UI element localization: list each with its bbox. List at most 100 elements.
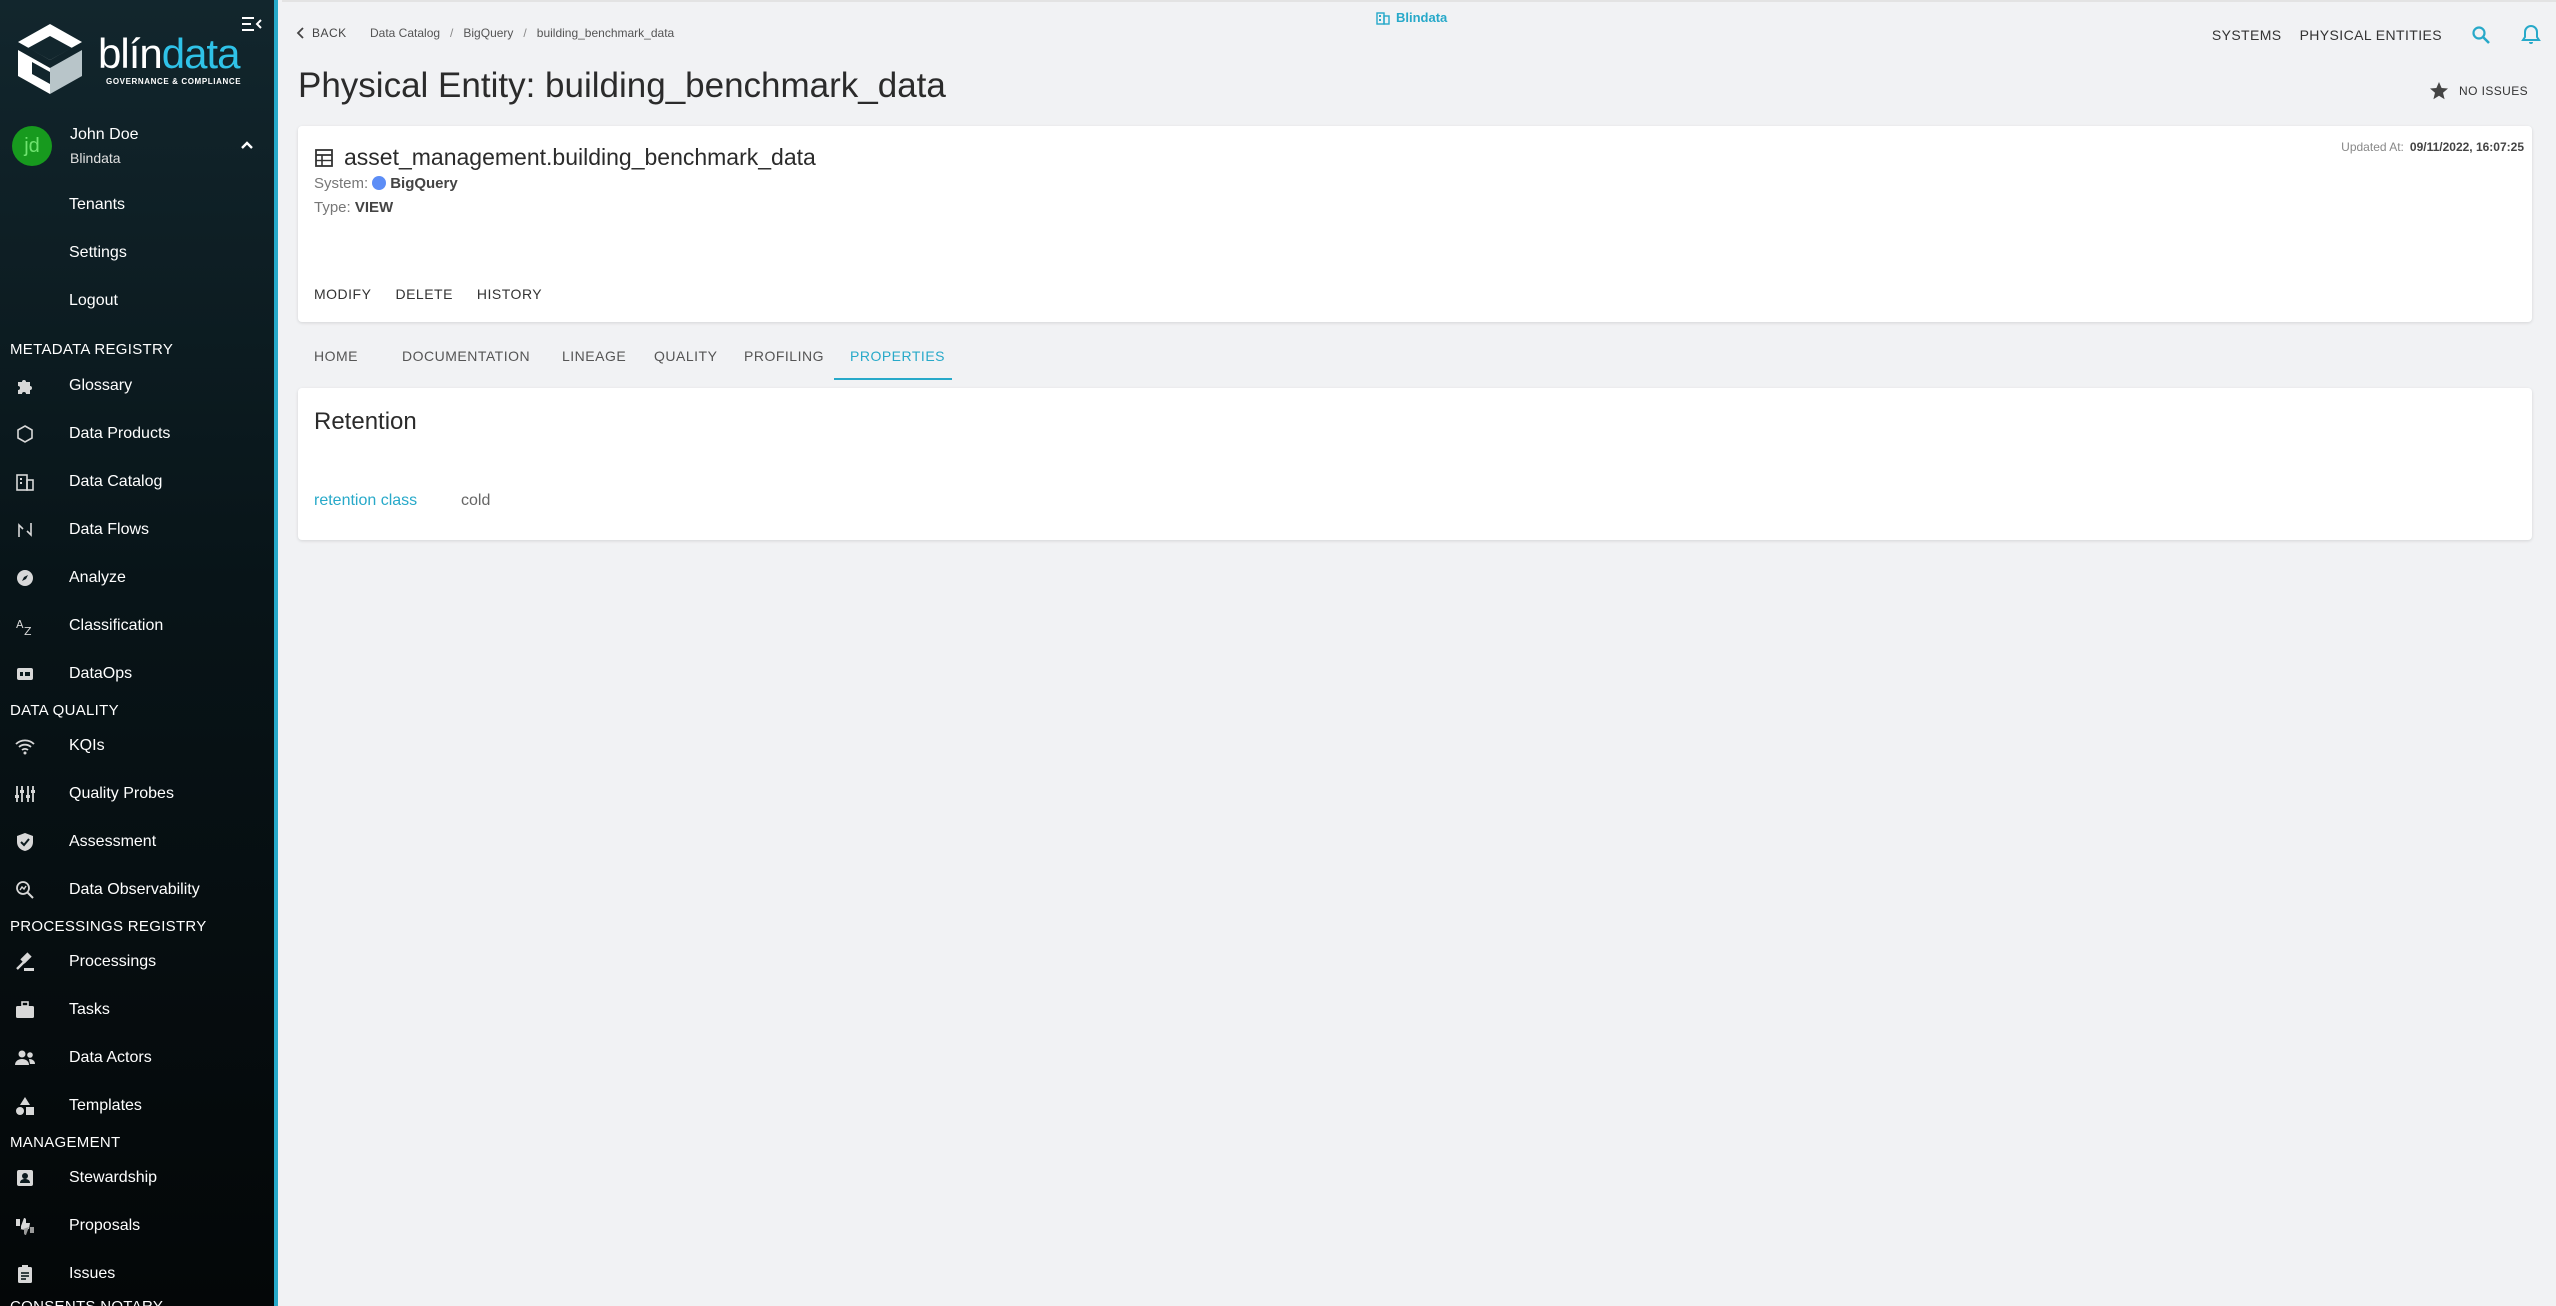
section-title-data-quality: DATA QUALITY — [10, 702, 119, 719]
sidebar-item-label: Proposals — [69, 1217, 141, 1234]
sidebar-item-data-observability[interactable]: Data Observability — [0, 870, 270, 910]
user-menu-settings[interactable]: Settings — [69, 244, 127, 262]
search-icon[interactable] — [2470, 24, 2492, 46]
sidebar-item-tasks[interactable]: Tasks — [0, 990, 270, 1030]
user-menu-tenants[interactable]: Tenants — [69, 196, 125, 214]
tenant-selector[interactable]: Blindata — [1376, 10, 1447, 25]
breadcrumb-separator: / — [523, 26, 527, 40]
sidebar-item-kqis[interactable]: KQIs — [0, 726, 270, 766]
sidebar-item-label: Assessment — [69, 833, 157, 850]
magnify-graph-icon — [14, 879, 36, 901]
chevron-up-icon — [241, 141, 253, 149]
property-key[interactable]: retention class — [314, 492, 417, 510]
breadcrumb-item-data-catalog[interactable]: Data Catalog — [370, 26, 440, 40]
avatar: jd — [12, 126, 52, 166]
sidebar-item-issues[interactable]: Issues — [0, 1254, 270, 1294]
back-label: BACK — [312, 26, 347, 40]
sort-az-icon: AZ — [14, 615, 36, 637]
tab-home[interactable]: HOME — [298, 332, 386, 380]
type-value: VIEW — [354, 199, 394, 216]
properties-card: Retention retention class cold — [298, 388, 2532, 540]
sidebar-item-data-catalog[interactable]: Data Catalog — [0, 462, 270, 502]
sidebar-item-label: Templates — [69, 1097, 142, 1114]
sidebar-item-label: Tasks — [69, 1001, 110, 1018]
sidebar-item-proposals[interactable]: Proposals — [0, 1206, 270, 1246]
logo-mark-icon — [18, 24, 82, 94]
shapes-icon — [14, 1095, 36, 1117]
history-button[interactable]: HISTORY — [477, 286, 542, 302]
sidebar-item-label: Data Flows — [69, 521, 150, 538]
gavel-icon — [14, 951, 36, 973]
user-menu-logout[interactable]: Logout — [69, 292, 118, 310]
sidebar-item-processings[interactable]: Processings — [0, 942, 270, 982]
tab-properties[interactable]: PROPERTIES — [834, 332, 952, 380]
svg-text:A: A — [16, 618, 24, 631]
updated-at: Updated At: 09/11/2022, 16:07:25 — [2341, 140, 2524, 154]
brand-tagline: GOVERNANCE & COMPLIANCE — [106, 77, 242, 86]
sidebar-item-label: Data Actors — [69, 1049, 152, 1066]
sidebar-item-assessment[interactable]: Assessment — [0, 822, 270, 862]
bell-icon[interactable] — [2520, 24, 2542, 46]
tenant-name: Blindata — [1396, 10, 1448, 25]
sidebar-item-data-flows[interactable]: Data Flows — [0, 510, 270, 550]
modify-button[interactable]: MODIFY — [314, 286, 371, 302]
tab-documentation[interactable]: DOCUMENTATION — [386, 332, 546, 380]
brand-name: blíndata — [98, 30, 240, 77]
tab-quality[interactable]: QUALITY — [638, 332, 728, 380]
sidebar-item-quality-probes[interactable]: Quality Probes — [0, 774, 270, 814]
compass-icon — [14, 567, 36, 589]
section-title-consents-notary: CONSENTS NOTARY — [10, 1298, 163, 1306]
sidebar-item-label: DataOps — [69, 665, 133, 682]
type-label: Type: — [314, 199, 351, 216]
page-title: Physical Entity: building_benchmark_data — [298, 66, 946, 105]
svg-text:Z: Z — [24, 625, 32, 637]
user-menu-toggle[interactable]: jd John Doe Blindata — [12, 124, 260, 168]
tab-lineage[interactable]: LINEAGE — [546, 332, 638, 380]
brand-logo[interactable]: blíndata GOVERNANCE & COMPLIANCE — [14, 22, 241, 96]
breadcrumb-item-bigquery[interactable]: BigQuery — [463, 26, 513, 40]
sidebar-item-label: Processings — [69, 953, 157, 970]
bigquery-icon — [372, 176, 387, 190]
system-value[interactable]: BigQuery — [390, 175, 458, 192]
systems-link[interactable]: SYSTEMS — [2212, 27, 2282, 43]
physical-entities-link[interactable]: PHYSICAL ENTITIES — [2300, 27, 2442, 43]
sidebar-item-analyze[interactable]: Analyze — [0, 558, 270, 598]
sidebar-item-label: Analyze — [69, 569, 126, 586]
people-icon — [14, 1047, 36, 1069]
entity-type-line: Type: VIEW — [314, 199, 393, 216]
sidebar-item-data-actors[interactable]: Data Actors — [0, 1038, 270, 1078]
property-value: cold — [461, 492, 491, 509]
section-title-management: MANAGEMENT — [10, 1134, 121, 1151]
sidebar-item-label: Data Catalog — [69, 473, 163, 490]
tab-profiling[interactable]: PROFILING — [728, 332, 834, 380]
sidebar-item-stewardship[interactable]: Stewardship — [0, 1158, 270, 1198]
briefcase-icon — [14, 999, 36, 1021]
updated-label: Updated At: — [2341, 140, 2404, 154]
sidebar-item-dataops[interactable]: DataOps — [0, 654, 270, 694]
clipboard-icon — [14, 1263, 36, 1285]
user-tenant: Blindata — [70, 150, 121, 166]
section-title-processings-registry: PROCESSINGS REGISTRY — [10, 918, 207, 935]
table-icon — [315, 148, 333, 167]
breadcrumb-separator: / — [450, 26, 454, 40]
badge-icon — [14, 1167, 36, 1189]
star-icon[interactable] — [2428, 80, 2450, 102]
collapse-sidebar-button[interactable] — [240, 14, 264, 34]
menu-collapse-icon — [242, 17, 262, 31]
issues-status[interactable]: NO ISSUES — [2459, 84, 2528, 98]
back-button[interactable]: BACK — [296, 26, 347, 40]
sidebar-item-classification[interactable]: AZ Classification — [0, 606, 270, 646]
sidebar-item-label: Classification — [69, 617, 164, 634]
sidebar-item-templates[interactable]: Templates — [0, 1086, 270, 1126]
entity-header: asset_management.building_benchmark_data — [314, 144, 816, 171]
hexagon-icon — [14, 423, 36, 445]
delete-button[interactable]: DELETE — [395, 286, 452, 302]
sidebar-item-data-products[interactable]: Data Products — [0, 414, 270, 454]
sidebar-item-label: Quality Probes — [69, 785, 174, 802]
section-title-metadata-registry: METADATA REGISTRY — [10, 341, 174, 358]
building-icon — [14, 471, 36, 493]
sidebar-item-glossary[interactable]: Glossary — [0, 366, 270, 406]
breadcrumb: Data Catalog / BigQuery / building_bench… — [370, 26, 674, 40]
sidebar: blíndata GOVERNANCE & COMPLIANCE jd John… — [0, 0, 278, 1306]
thumbs-icon — [14, 1215, 36, 1237]
